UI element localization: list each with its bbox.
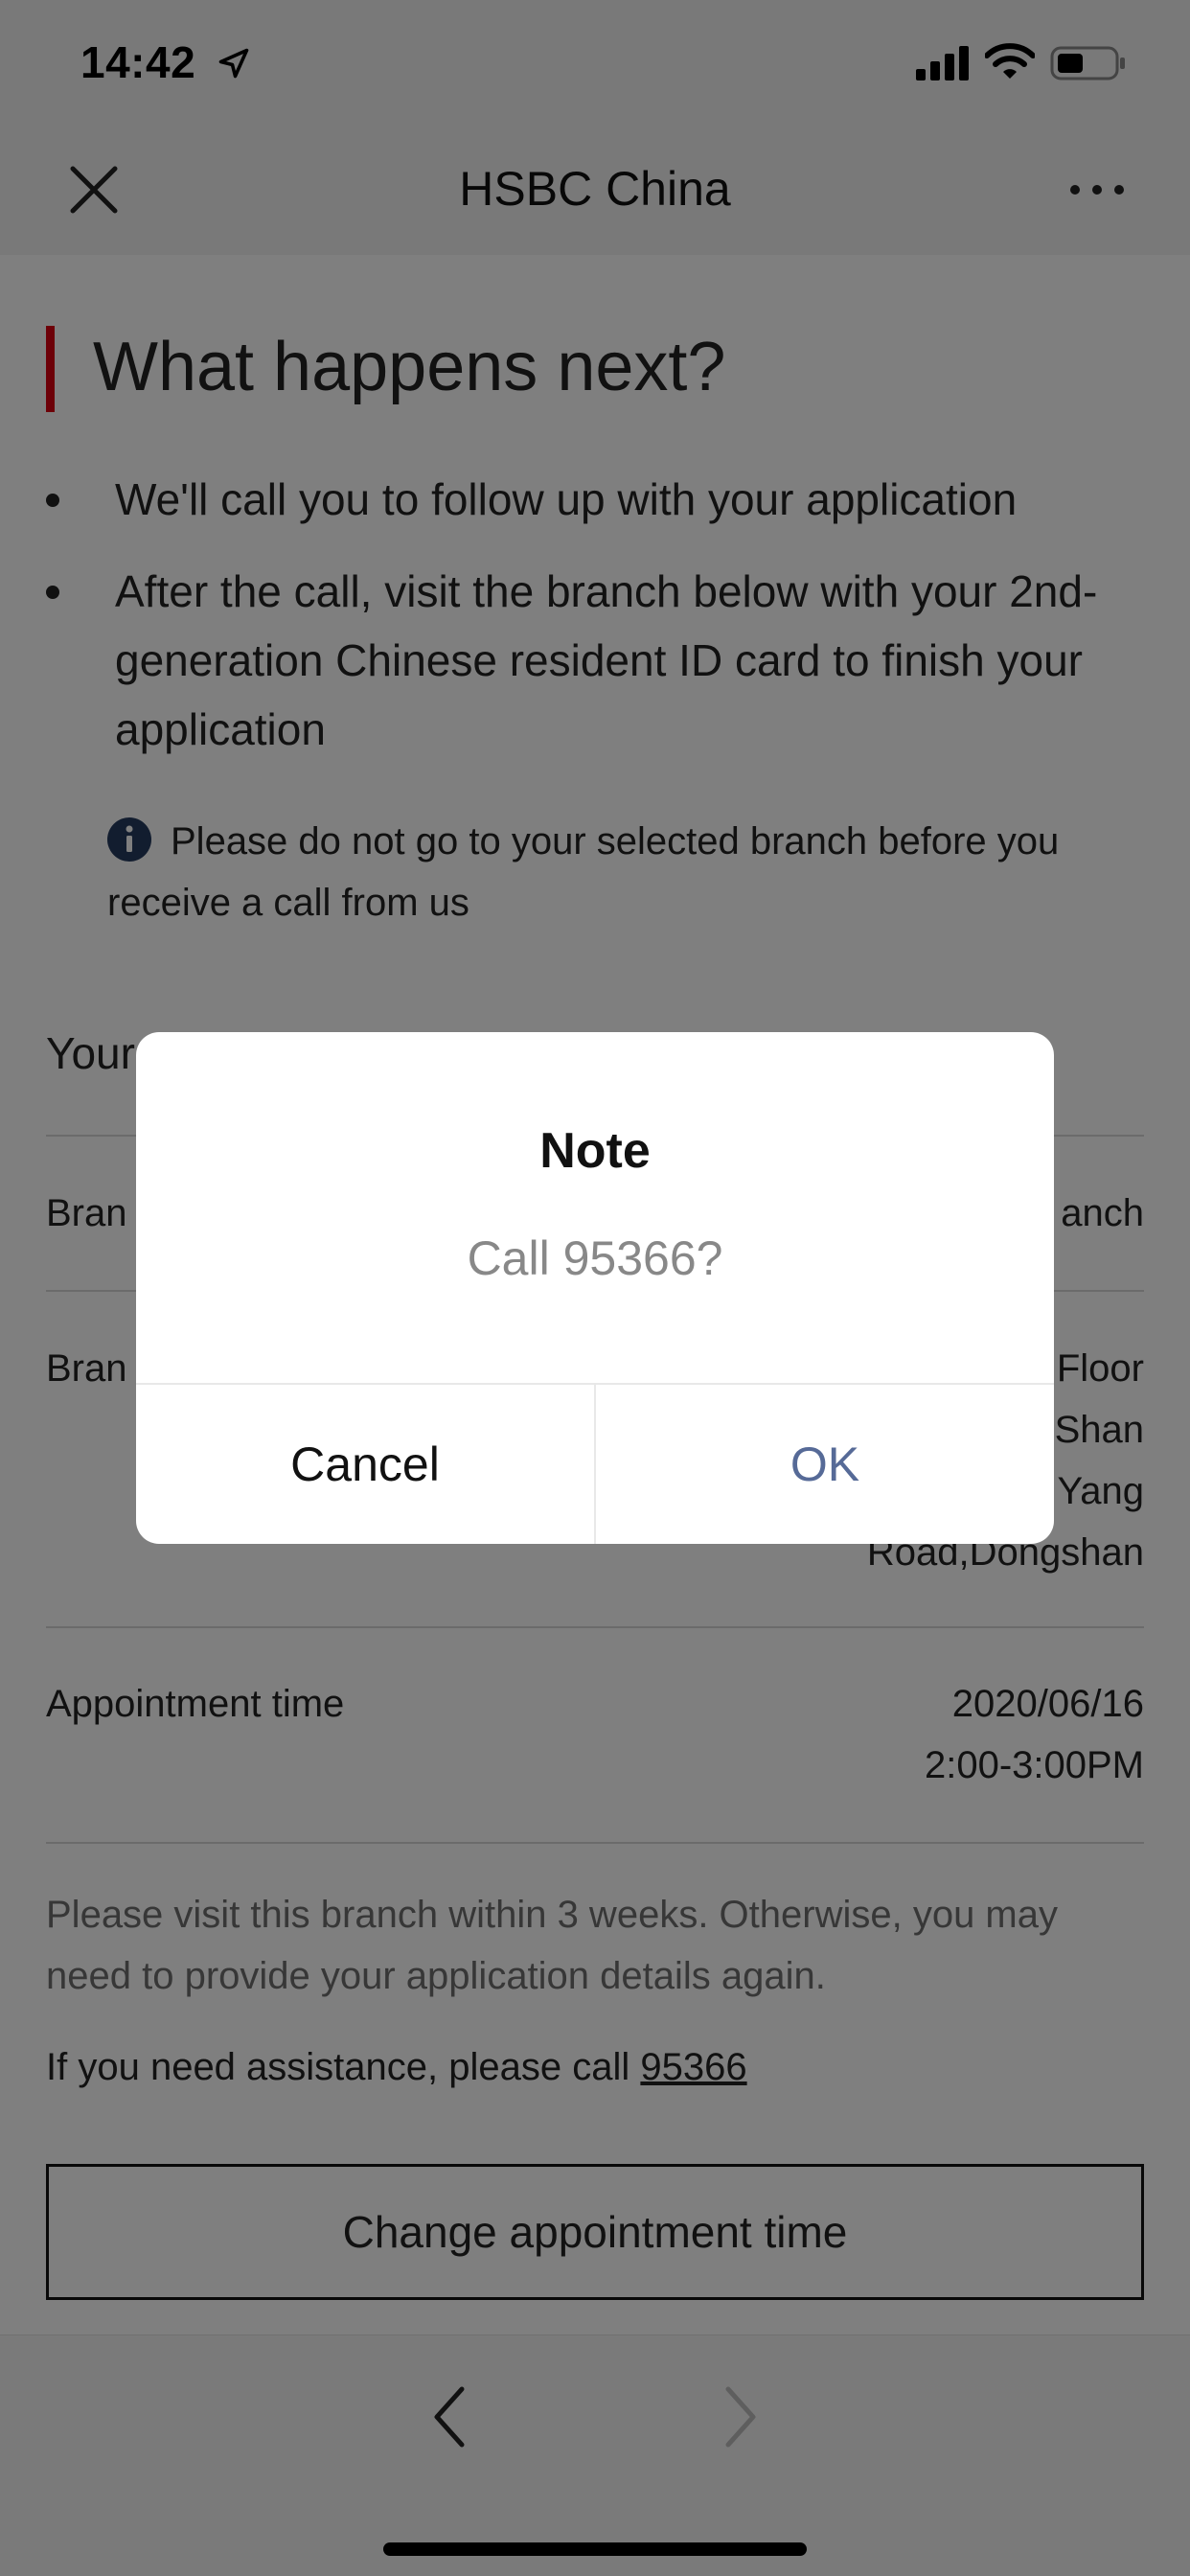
ok-button[interactable]: OK: [596, 1385, 1054, 1544]
dialog-title: Note: [539, 1123, 651, 1179]
call-confirm-dialog: Note Call 95366? Cancel OK: [136, 1032, 1054, 1544]
cancel-button[interactable]: Cancel: [136, 1385, 594, 1544]
app-screen: 14:42 HSBC China: [0, 0, 1190, 2576]
dialog-message: Call 95366?: [467, 1231, 723, 1285]
